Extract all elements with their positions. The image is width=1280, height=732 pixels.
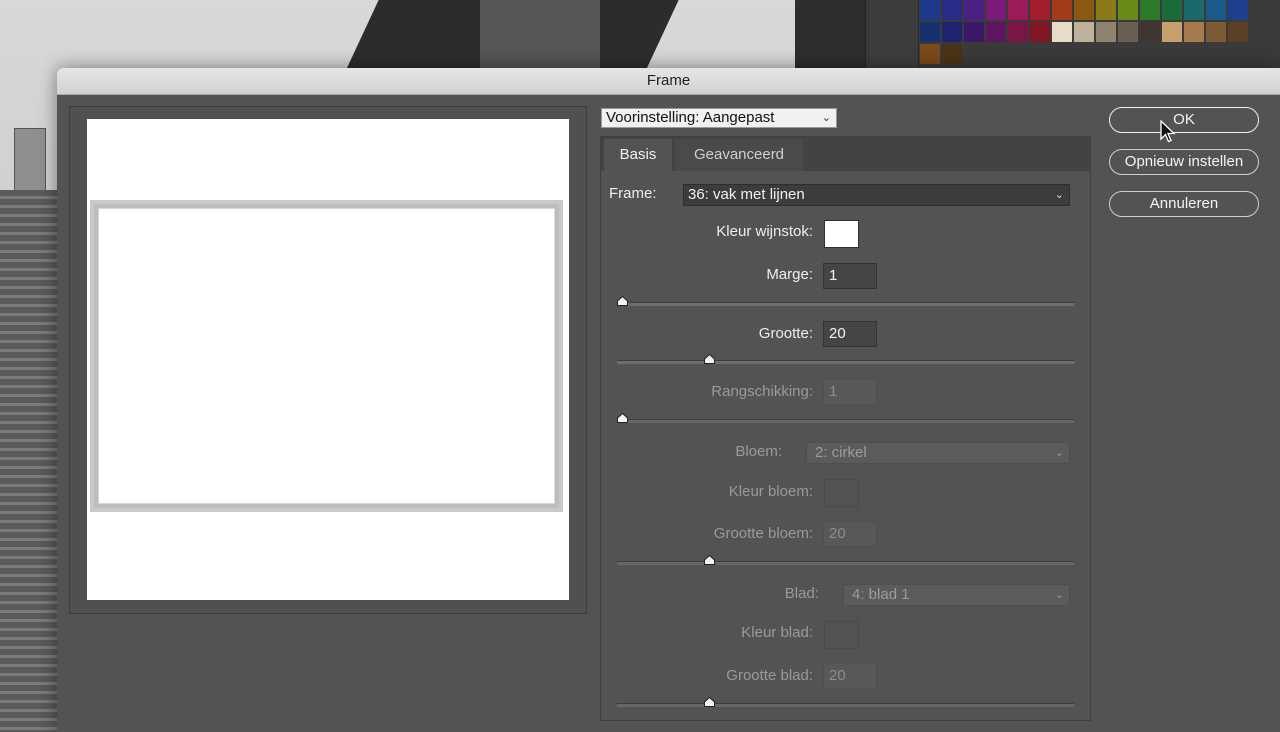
chevron-down-icon: ⌄ bbox=[1054, 189, 1064, 201]
tab-bar: Basis Geavanceerd bbox=[601, 137, 1090, 171]
reset-button[interactable]: Opnieuw instellen bbox=[1109, 149, 1259, 175]
grootte-bloem-slider-thumb bbox=[704, 555, 715, 565]
rangschikking-label: Rangschikking: bbox=[711, 383, 813, 400]
grootte-bloem-label: Grootte bloem: bbox=[713, 525, 813, 542]
grootte-slider[interactable] bbox=[617, 354, 1074, 364]
kleur-blad-swatch bbox=[824, 621, 859, 649]
color-swatch[interactable] bbox=[942, 44, 962, 64]
color-swatch[interactable] bbox=[1118, 0, 1138, 20]
mouse-pointer-icon bbox=[1160, 119, 1176, 149]
color-swatch[interactable] bbox=[1096, 0, 1116, 20]
preset-select-value: Voorinstelling: Aangepast bbox=[606, 109, 775, 126]
grootte-blad-slider-thumb bbox=[704, 697, 715, 707]
rangschikking-slider-thumb bbox=[617, 413, 628, 423]
kleur-blad-label: Kleur blad: bbox=[741, 624, 813, 641]
marge-slider-thumb[interactable] bbox=[617, 296, 628, 306]
color-swatch[interactable] bbox=[1184, 22, 1204, 42]
color-swatch[interactable] bbox=[920, 44, 940, 64]
kleur-wijnstok-swatch[interactable] bbox=[824, 220, 859, 248]
color-swatch[interactable] bbox=[1206, 0, 1226, 20]
preview-area bbox=[69, 106, 587, 614]
ok-button[interactable]: OK bbox=[1109, 107, 1259, 133]
grootte-bloem-input: 20 bbox=[823, 521, 877, 547]
app-panel-strip bbox=[795, 0, 866, 70]
color-swatch[interactable] bbox=[942, 0, 962, 20]
rangschikking-input: 1 bbox=[823, 379, 877, 405]
color-swatch[interactable] bbox=[1162, 22, 1182, 42]
color-swatch[interactable] bbox=[986, 22, 1006, 42]
blad-select-value: 4: blad 1 bbox=[852, 586, 910, 603]
color-swatch[interactable] bbox=[1096, 22, 1116, 42]
frame-select[interactable]: 36: vak met lijnen ⌄ bbox=[683, 184, 1070, 206]
color-swatch[interactable] bbox=[1074, 22, 1094, 42]
tab-geavanceerd[interactable]: Geavanceerd bbox=[675, 139, 803, 171]
grootte-label: Grootte: bbox=[758, 325, 813, 342]
color-swatch[interactable] bbox=[1228, 0, 1248, 20]
color-swatch[interactable] bbox=[1140, 0, 1160, 20]
swatches-panel[interactable] bbox=[920, 0, 1250, 64]
grootte-blad-slider bbox=[617, 697, 1074, 707]
kleur-bloem-swatch bbox=[824, 479, 859, 507]
marge-slider[interactable] bbox=[617, 296, 1074, 306]
color-swatch[interactable] bbox=[1008, 0, 1028, 20]
bloem-label: Bloem: bbox=[735, 443, 782, 460]
frame-select-value: 36: vak met lijnen bbox=[688, 186, 805, 203]
color-swatch[interactable] bbox=[920, 0, 940, 20]
color-swatch[interactable] bbox=[942, 22, 962, 42]
cancel-button[interactable]: Annuleren bbox=[1109, 191, 1259, 217]
grootte-input[interactable]: 20 bbox=[823, 321, 877, 347]
color-swatch[interactable] bbox=[1228, 22, 1248, 42]
frame-label: Frame: bbox=[609, 185, 657, 202]
background-house bbox=[0, 190, 60, 732]
color-swatch[interactable] bbox=[1030, 0, 1050, 20]
chevron-down-icon: ⌄ bbox=[821, 112, 831, 124]
color-swatch[interactable] bbox=[1008, 22, 1028, 42]
grootte-slider-thumb[interactable] bbox=[704, 354, 715, 364]
grootte-bloem-slider bbox=[617, 555, 1074, 565]
chevron-down-icon: ⌄ bbox=[1054, 447, 1064, 459]
color-swatch[interactable] bbox=[1162, 0, 1182, 20]
preview-canvas bbox=[87, 119, 569, 600]
blad-label: Blad: bbox=[784, 585, 819, 602]
preview-frame bbox=[90, 200, 563, 512]
bloem-select-value: 2: cirkel bbox=[815, 444, 867, 461]
grootte-blad-label: Grootte blad: bbox=[726, 667, 813, 684]
tab-basis[interactable]: Basis bbox=[604, 139, 672, 171]
bloem-select: 2: cirkel ⌄ bbox=[806, 442, 1070, 464]
grootte-blad-input: 20 bbox=[823, 663, 877, 689]
chevron-down-icon: ⌄ bbox=[1054, 589, 1064, 601]
marge-label: Marge: bbox=[766, 266, 813, 283]
color-swatch[interactable] bbox=[1052, 0, 1072, 20]
frame-dialog: Frame Voorinstelling: Aangepast ⌄ Basis … bbox=[57, 68, 1280, 732]
preview-frame-inner bbox=[98, 208, 555, 504]
color-swatch[interactable] bbox=[964, 0, 984, 20]
color-swatch[interactable] bbox=[920, 22, 940, 42]
color-swatch[interactable] bbox=[986, 0, 1006, 20]
rangschikking-slider bbox=[617, 413, 1074, 423]
color-swatch[interactable] bbox=[1118, 22, 1138, 42]
color-swatch[interactable] bbox=[1206, 22, 1226, 42]
color-swatch[interactable] bbox=[1140, 22, 1160, 42]
kleur-wijnstok-label: Kleur wijnstok: bbox=[716, 223, 813, 240]
preset-select[interactable]: Voorinstelling: Aangepast ⌄ bbox=[601, 108, 837, 128]
blad-select: 4: blad 1 ⌄ bbox=[843, 584, 1070, 606]
color-swatch[interactable] bbox=[1030, 22, 1050, 42]
color-swatch[interactable] bbox=[1074, 0, 1094, 20]
marge-input[interactable]: 1 bbox=[823, 263, 877, 289]
app-panel-strip-secondary bbox=[870, 0, 919, 70]
color-swatch[interactable] bbox=[1184, 0, 1204, 20]
settings-panel: Basis Geavanceerd Frame: 36: vak met lij… bbox=[600, 136, 1091, 721]
color-swatch[interactable] bbox=[964, 22, 984, 42]
kleur-bloem-label: Kleur bloem: bbox=[728, 483, 813, 500]
dialog-title: Frame bbox=[57, 68, 1280, 95]
color-swatch[interactable] bbox=[1052, 22, 1072, 42]
